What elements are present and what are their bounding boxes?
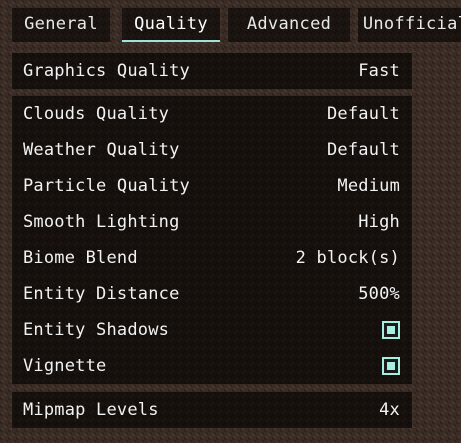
mipmap-panel: Mipmap Levels 4x bbox=[12, 392, 412, 428]
graphics-quality-label: Graphics Quality bbox=[23, 61, 190, 81]
entity-distance-label: Entity Distance bbox=[23, 284, 180, 304]
clouds-quality-value[interactable]: Default bbox=[327, 96, 400, 132]
graphics-quality-row[interactable]: Graphics Quality Fast bbox=[12, 53, 412, 89]
mipmap-levels-value[interactable]: 4x bbox=[379, 392, 400, 428]
vignette-row[interactable]: Vignette bbox=[12, 348, 412, 384]
entity-shadows-label: Entity Shadows bbox=[23, 320, 170, 340]
clouds-quality-row[interactable]: Clouds Quality Default bbox=[12, 96, 412, 132]
quality-settings-panel: Clouds Quality Default Weather Quality D… bbox=[12, 96, 412, 384]
checkmark-icon bbox=[387, 326, 395, 334]
particle-quality-value[interactable]: Medium bbox=[337, 168, 400, 204]
checkmark-icon bbox=[387, 362, 395, 370]
tab-advanced[interactable]: Advanced bbox=[228, 8, 350, 42]
smooth-lighting-label: Smooth Lighting bbox=[23, 212, 180, 232]
smooth-lighting-value[interactable]: High bbox=[358, 204, 400, 240]
mipmap-levels-row[interactable]: Mipmap Levels 4x bbox=[12, 392, 412, 428]
biome-blend-label: Biome Blend bbox=[23, 248, 138, 268]
entity-distance-row[interactable]: Entity Distance 500% bbox=[12, 276, 412, 312]
tab-unofficial[interactable]: Unofficial bbox=[358, 8, 461, 42]
weather-quality-value[interactable]: Default bbox=[327, 132, 400, 168]
smooth-lighting-row[interactable]: Smooth Lighting High bbox=[12, 204, 412, 240]
vignette-label: Vignette bbox=[23, 356, 107, 376]
vignette-checkbox[interactable] bbox=[382, 357, 400, 375]
biome-blend-value[interactable]: 2 block(s) bbox=[296, 240, 400, 276]
particle-quality-label: Particle Quality bbox=[23, 176, 190, 196]
mipmap-levels-label: Mipmap Levels bbox=[23, 400, 159, 420]
entity-distance-value[interactable]: 500% bbox=[358, 276, 400, 312]
weather-quality-row[interactable]: Weather Quality Default bbox=[12, 132, 412, 168]
weather-quality-label: Weather Quality bbox=[23, 140, 180, 160]
tab-bar: General Quality Advanced Unofficial bbox=[12, 8, 461, 42]
graphics-quality-value[interactable]: Fast bbox=[358, 53, 400, 89]
graphics-quality-panel: Graphics Quality Fast bbox=[12, 53, 412, 89]
particle-quality-row[interactable]: Particle Quality Medium bbox=[12, 168, 412, 204]
tab-general[interactable]: General bbox=[12, 8, 110, 42]
biome-blend-row[interactable]: Biome Blend 2 block(s) bbox=[12, 240, 412, 276]
entity-shadows-row[interactable]: Entity Shadows bbox=[12, 312, 412, 348]
entity-shadows-checkbox[interactable] bbox=[382, 321, 400, 339]
clouds-quality-label: Clouds Quality bbox=[23, 104, 170, 124]
tab-quality[interactable]: Quality bbox=[122, 8, 220, 42]
